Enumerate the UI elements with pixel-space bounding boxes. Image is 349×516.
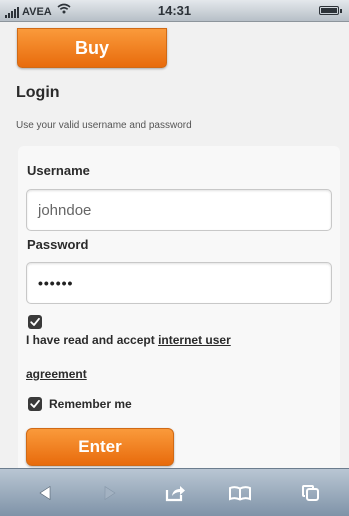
bookmarks-button[interactable]	[225, 479, 255, 507]
remember-me-checkbox[interactable]	[28, 397, 42, 411]
share-icon	[165, 486, 185, 502]
remember-me-label: Remember me	[49, 397, 132, 411]
battery-icon	[319, 6, 342, 15]
forward-icon	[104, 485, 116, 501]
checkmark-icon	[30, 317, 40, 326]
back-icon	[39, 485, 51, 501]
pages-icon	[302, 485, 319, 501]
login-title: Login	[16, 84, 60, 101]
username-label: Username	[27, 163, 90, 178]
pages-button[interactable]	[296, 479, 326, 507]
status-time: 14:31	[157, 3, 192, 18]
agreement-link-continued[interactable]: agreement	[26, 367, 87, 381]
agreement-prefix: I have read and accept	[26, 333, 159, 347]
status-bar: AVEA 14:31	[0, 0, 349, 22]
agreement-checkbox[interactable]	[28, 315, 42, 329]
battery-level	[321, 8, 337, 13]
buy-button[interactable]: Buy	[17, 28, 167, 68]
forward-button[interactable]	[95, 479, 125, 507]
password-label: Password	[27, 237, 89, 252]
enter-button[interactable]: Enter	[26, 428, 174, 466]
password-input[interactable]: ••••••	[26, 262, 332, 304]
password-value: ••••••	[38, 275, 74, 291]
back-button[interactable]	[30, 479, 60, 507]
username-input[interactable]: johndoe	[26, 189, 332, 231]
bookmarks-icon	[229, 486, 251, 501]
share-button[interactable]	[160, 479, 190, 507]
login-subtitle: Use your valid username and password	[16, 120, 192, 131]
agreement-text: I have read and accept internet user	[26, 333, 231, 347]
checkmark-icon	[30, 399, 40, 408]
agreement-link[interactable]: internet user	[158, 333, 231, 347]
browser-toolbar	[0, 468, 349, 516]
username-value: johndoe	[38, 201, 92, 219]
